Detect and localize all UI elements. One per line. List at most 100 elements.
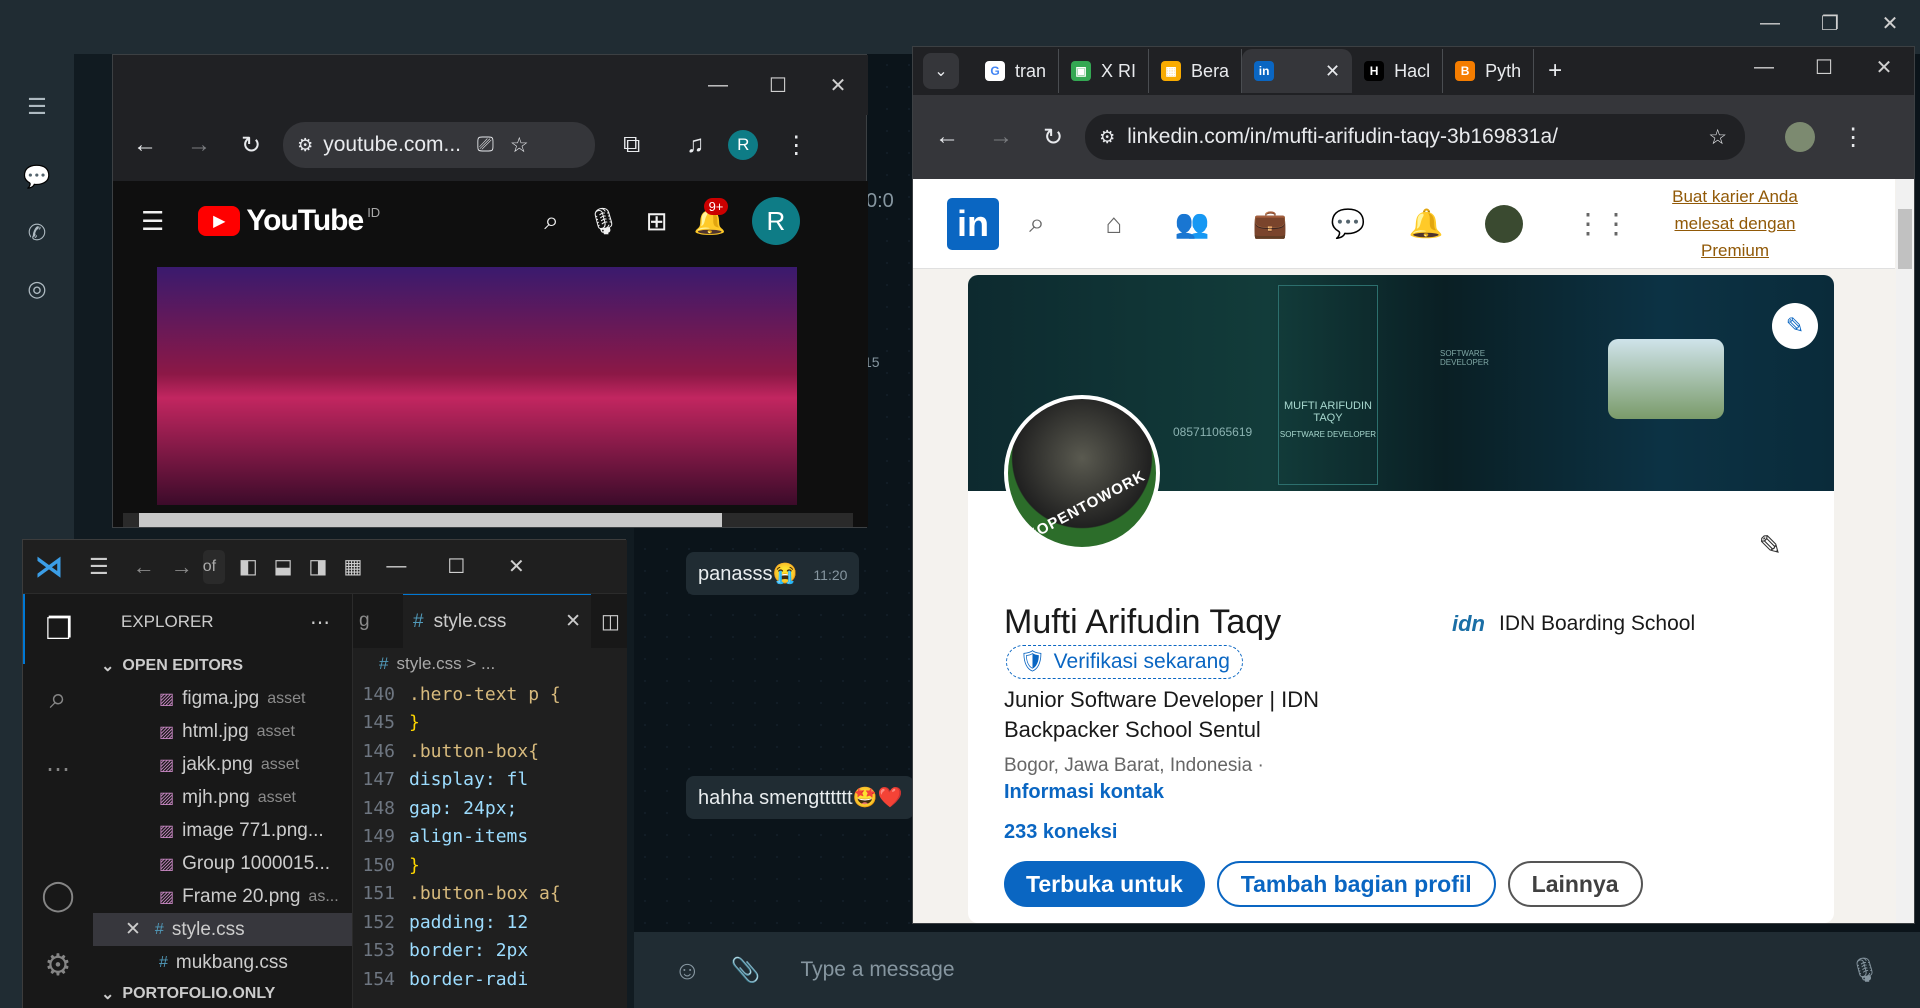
jobs-icon[interactable]: 💼 [1231,207,1309,240]
tab-hackerrank[interactable]: H Hacl [1352,49,1444,93]
site-info-icon[interactable]: ⚙ [1099,127,1115,148]
code-line[interactable]: 153 border: 2px [353,937,627,966]
layout-icon[interactable]: ▦ [343,554,362,579]
settings-gear-icon[interactable]: ⚙ [23,930,93,1000]
notifications-icon[interactable]: 🔔 9+ [694,197,729,237]
me-avatar[interactable] [1485,204,1523,243]
vertical-scrollbar[interactable] [1896,179,1914,923]
code-line[interactable]: 145} [353,709,627,738]
reload-icon[interactable]: ↻ [1043,123,1063,152]
address-bar[interactable]: ⚙ youtube.com... ⎚ ☆ [283,122,596,168]
close-icon[interactable]: ✕ [1860,11,1920,36]
menu-kebab-icon[interactable]: ⋮ [1841,123,1865,152]
code-line[interactable]: 147 display: fl [353,766,627,795]
add-section-button[interactable]: Tambah bagian profil [1216,861,1496,907]
media-icon[interactable]: ♫ [686,131,704,159]
open-editors-header[interactable]: ⌄ OPEN EDITORS [93,650,352,682]
profile-avatar[interactable] [1785,122,1816,152]
minimize-icon[interactable]: — [366,555,426,578]
code-line[interactable]: 152 padding: 12 [353,908,627,937]
tab-chat[interactable]: ▣ X RI [1059,49,1150,93]
search-icon[interactable]: ⌕ [23,664,93,734]
menu-icon[interactable]: ☰ [89,554,109,580]
close-icon[interactable]: ✕ [808,73,868,98]
contact-info-link[interactable]: Informasi kontak [1004,781,1164,804]
install-icon[interactable]: ⎚ [477,133,494,157]
more-icon[interactable]: ⋯ [23,734,93,804]
hamburger-icon[interactable]: ☰ [141,206,164,237]
avatar[interactable]: R [751,197,800,245]
tab-linkedin-active[interactable]: in ✕ [1242,49,1353,93]
address-bar[interactable]: ⚙ linkedin.com/in/mufti-arifudin-taqy-3b… [1085,114,1746,160]
file-item[interactable]: ▨ jakk.png asset [93,748,352,781]
code-line[interactable]: 150} [353,851,627,880]
home-icon[interactable]: ⌂ [1075,208,1153,240]
edit-banner-icon[interactable]: ✎ [1772,303,1818,349]
close-icon[interactable]: ✕ [125,918,141,941]
tab-blogger[interactable]: B Pyth [1443,49,1535,93]
status-icon[interactable]: ◎ [0,268,74,310]
minimize-icon[interactable]: — [1734,56,1794,79]
horizontal-scrollbar[interactable] [123,513,853,527]
tab-search-icon[interactable]: ⌄ [923,53,959,89]
code-line[interactable]: 151 .button-box a{ [353,880,627,909]
toggle-panel-icon[interactable]: ⬓ [274,554,293,579]
new-tab-icon[interactable]: + [1548,57,1562,85]
maximize-icon[interactable]: ☐ [748,73,808,98]
file-item[interactable]: ▨ image 771.png... [93,814,352,847]
scrollbar-thumb[interactable] [139,513,722,527]
emoji-icon[interactable]: ☺ [674,955,701,986]
code-line[interactable]: 148 gap: 24px; [353,794,627,823]
back-icon[interactable]: ← [133,131,157,159]
tab-close-icon[interactable]: ✕ [1325,61,1340,82]
open-to-button[interactable]: Terbuka untuk [1004,861,1205,907]
notifications-icon[interactable]: 🔔 [1387,207,1465,240]
org-link[interactable]: idn IDN Boarding School [1452,611,1695,637]
connections-link[interactable]: 233 koneksi [1004,821,1117,844]
file-item[interactable]: ▨ html.jpg asset [93,715,352,748]
mic-icon[interactable]: 🎙 [1850,956,1880,985]
code-line[interactable]: 149 align-items [353,823,627,852]
forward-icon[interactable]: → [171,554,193,580]
extensions-icon[interactable]: ⧉ [623,131,640,159]
restore-icon[interactable]: ❐ [1800,11,1860,36]
code-line[interactable]: 146 .button-box{ [353,737,627,766]
mic-icon[interactable]: 🎙 [587,206,620,237]
calls-icon[interactable]: ✆ [0,212,74,254]
network-icon[interactable]: 👥 [1153,207,1231,240]
premium-link[interactable]: Buat karier Anda melesat dengan Premium [1665,183,1805,264]
tab-style-css[interactable]: # style.css ✕ [403,594,591,648]
scrollbar-thumb[interactable] [1898,209,1912,269]
linkedin-logo-icon[interactable]: in [947,197,999,250]
bookmark-star-icon[interactable]: ☆ [510,133,529,158]
toggle-secondary-icon[interactable]: ◨ [309,554,328,579]
attach-icon[interactable]: 📎 [731,956,761,985]
code-line[interactable]: 140 .hero-text p { [353,680,627,709]
file-item[interactable]: ▨ Group 1000015... [93,847,352,880]
explorer-icon[interactable]: ❐ [23,594,93,664]
reload-icon[interactable]: ↻ [241,131,261,160]
code-lines[interactable]: 140 .hero-text p {145} 146 .button-box{147 … [353,680,627,994]
account-icon[interactable]: ◯ [23,860,93,930]
breadcrumb-path[interactable]: style.css > ... [396,654,495,674]
file-item[interactable]: ▨ Frame 20.png as... [93,880,352,913]
toggle-sidebar-icon[interactable]: ◧ [239,554,258,579]
tab-close-icon[interactable]: ✕ [565,610,581,633]
tab-classroom[interactable]: ▦ Bera [1149,49,1243,93]
file-item[interactable]: ▨ figma.jpg asset [93,682,352,715]
command-center[interactable]: of [202,549,225,584]
edit-intro-icon[interactable]: ✎ [1759,529,1782,562]
profile-avatar[interactable]: R [728,130,759,160]
explorer-more-icon[interactable]: ⋯ [310,610,330,635]
verify-button[interactable]: 🛡 Verifikasi sekarang [1006,645,1243,679]
profile-photo[interactable]: #OPENTOWORK [1004,395,1160,551]
file-item-active[interactable]: ✕ # style.css [93,913,352,946]
create-icon[interactable]: ⊞ [646,206,668,237]
code-line[interactable]: 154 border-radi [353,965,627,994]
minimize-icon[interactable]: — [1740,12,1800,35]
file-item[interactable]: # mukbang.css [93,946,352,979]
menu-icon[interactable]: ☰ [0,86,74,128]
back-icon[interactable]: ← [935,123,959,151]
split-editor-icon[interactable]: ◫ [601,609,620,634]
menu-kebab-icon[interactable]: ⋮ [784,131,808,160]
